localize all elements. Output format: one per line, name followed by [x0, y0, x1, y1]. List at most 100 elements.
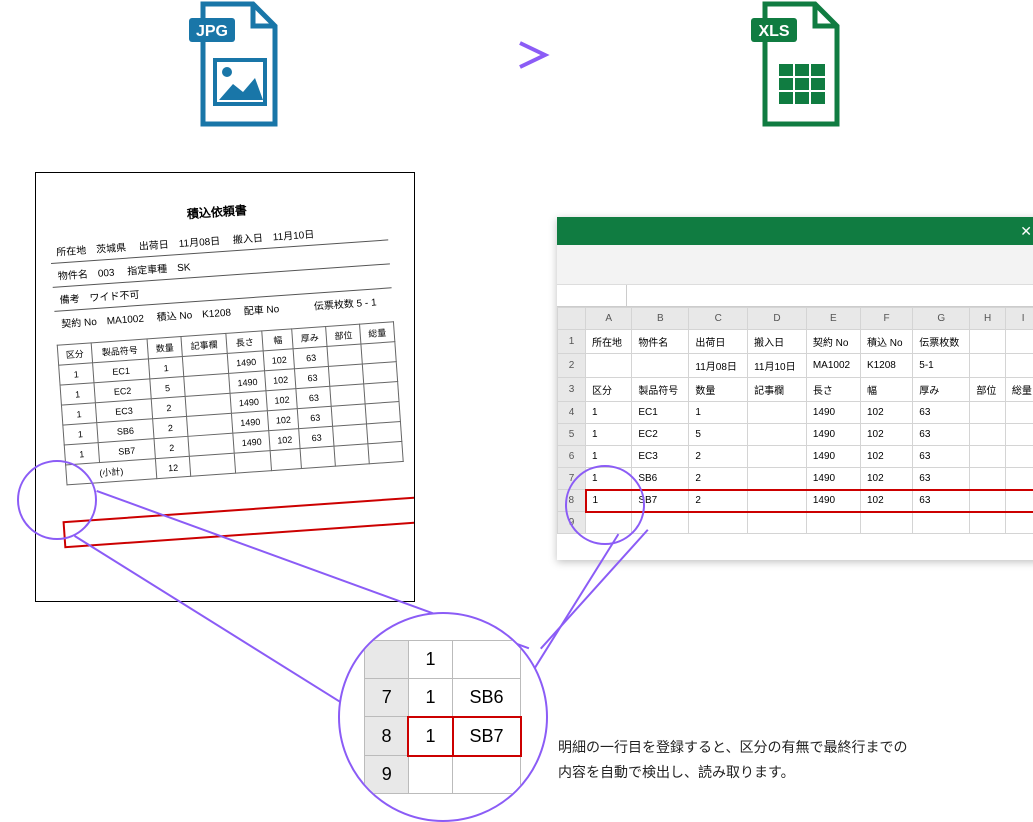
excel-cell[interactable]: 102 — [860, 402, 912, 424]
excel-col-header[interactable]: G — [913, 308, 970, 330]
excel-cell[interactable]: 2 — [689, 446, 748, 468]
excel-cell[interactable]: 総量 — [1005, 378, 1033, 402]
excel-cell[interactable] — [748, 424, 807, 446]
excel-cell[interactable] — [632, 354, 689, 378]
excel-cell[interactable] — [913, 512, 970, 534]
excel-cell[interactable]: 1 — [586, 468, 632, 490]
excel-grid[interactable]: ABCDEFGHI 1所在地物件名出荷日搬入日契約 No積込 No伝票枚数211… — [557, 307, 1033, 534]
excel-cell[interactable]: 1 — [689, 402, 748, 424]
excel-cell[interactable]: 102 — [860, 490, 912, 512]
excel-cell[interactable] — [970, 424, 1006, 446]
excel-cell[interactable]: 63 — [913, 424, 970, 446]
excel-cell[interactable]: 厚み — [913, 378, 970, 402]
excel-col-header[interactable]: F — [860, 308, 912, 330]
excel-cell[interactable]: 製品符号 — [632, 378, 689, 402]
excel-cell[interactable]: 102 — [860, 424, 912, 446]
excel-cell[interactable]: 部位 — [970, 378, 1006, 402]
excel-cell[interactable] — [748, 402, 807, 424]
excel-row-header[interactable]: 8 — [558, 490, 586, 512]
excel-cell[interactable] — [970, 468, 1006, 490]
excel-cell[interactable] — [748, 490, 807, 512]
excel-row-header[interactable]: 6 — [558, 446, 586, 468]
excel-cell[interactable] — [689, 512, 748, 534]
excel-cell[interactable] — [586, 354, 632, 378]
excel-corner[interactable] — [558, 308, 586, 330]
excel-cell[interactable]: 数量 — [689, 378, 748, 402]
excel-cell[interactable] — [1005, 402, 1033, 424]
excel-cell[interactable]: 区分 — [586, 378, 632, 402]
excel-col-header[interactable]: A — [586, 308, 632, 330]
excel-cell[interactable]: EC1 — [632, 402, 689, 424]
excel-cell[interactable]: 102 — [860, 446, 912, 468]
excel-cell[interactable]: 2 — [689, 490, 748, 512]
excel-cell[interactable]: SB6 — [632, 468, 689, 490]
excel-cell[interactable] — [970, 490, 1006, 512]
excel-row[interactable]: 81SB72 149010263 — [558, 490, 1033, 512]
excel-row-header[interactable]: 1 — [558, 330, 586, 354]
excel-cell[interactable] — [1005, 354, 1033, 378]
excel-cell[interactable] — [632, 512, 689, 534]
excel-col-header[interactable]: C — [689, 308, 748, 330]
excel-cell[interactable]: 1490 — [806, 402, 860, 424]
excel-row[interactable]: 41EC11149010263 — [558, 402, 1033, 424]
excel-cell[interactable]: 102 — [860, 468, 912, 490]
excel-cell[interactable]: 伝票枚数 — [913, 330, 970, 354]
excel-col-header[interactable]: H — [970, 308, 1006, 330]
excel-cell[interactable] — [1005, 330, 1033, 354]
excel-cell[interactable] — [970, 402, 1006, 424]
excel-cell[interactable] — [586, 512, 632, 534]
excel-cell[interactable]: EC2 — [632, 424, 689, 446]
excel-row-header[interactable]: 4 — [558, 402, 586, 424]
excel-cell[interactable]: 63 — [913, 402, 970, 424]
excel-cell[interactable]: MA1002 — [806, 354, 860, 378]
excel-cell[interactable] — [970, 354, 1006, 378]
excel-row[interactable]: 51EC25149010263 — [558, 424, 1033, 446]
excel-cell[interactable]: 5 — [689, 424, 748, 446]
excel-cell[interactable]: SB7 — [632, 490, 689, 512]
excel-cell[interactable]: 11月10日 — [748, 354, 807, 378]
excel-cell[interactable]: 1490 — [806, 490, 860, 512]
excel-cell[interactable]: 1490 — [806, 424, 860, 446]
excel-col-header[interactable]: E — [806, 308, 860, 330]
excel-cell[interactable]: EC3 — [632, 446, 689, 468]
excel-row-header[interactable]: 5 — [558, 424, 586, 446]
excel-cell[interactable]: 搬入日 — [748, 330, 807, 354]
excel-cell[interactable] — [860, 512, 912, 534]
close-icon[interactable]: ✕ — [1020, 223, 1032, 240]
excel-cell[interactable]: 1 — [586, 446, 632, 468]
excel-cell[interactable] — [1005, 468, 1033, 490]
excel-col-header[interactable]: B — [632, 308, 689, 330]
excel-cell[interactable]: 63 — [913, 490, 970, 512]
excel-cell[interactable]: 63 — [913, 468, 970, 490]
excel-row[interactable]: 1所在地物件名出荷日搬入日契約 No積込 No伝票枚数 — [558, 330, 1033, 354]
excel-cell[interactable] — [748, 468, 807, 490]
excel-cell[interactable]: 2 — [689, 468, 748, 490]
excel-cell[interactable] — [970, 512, 1006, 534]
excel-cell[interactable] — [970, 330, 1006, 354]
excel-cell[interactable]: 63 — [913, 446, 970, 468]
excel-cell[interactable] — [1005, 490, 1033, 512]
excel-cell[interactable]: 物件名 — [632, 330, 689, 354]
excel-cell[interactable] — [806, 512, 860, 534]
excel-row-header[interactable]: 3 — [558, 378, 586, 402]
excel-row[interactable]: 61EC32149010263 — [558, 446, 1033, 468]
excel-cell[interactable]: K1208 — [860, 354, 912, 378]
excel-row[interactable]: 71SB62 149010263 — [558, 468, 1033, 490]
excel-row-header[interactable]: 7 — [558, 468, 586, 490]
excel-cell[interactable] — [748, 512, 807, 534]
excel-row-header[interactable]: 2 — [558, 354, 586, 378]
excel-col-header[interactable]: D — [748, 308, 807, 330]
excel-cell[interactable]: 1 — [586, 490, 632, 512]
excel-cell[interactable] — [1005, 424, 1033, 446]
excel-cell[interactable]: 1 — [586, 424, 632, 446]
excel-formula-input[interactable] — [627, 285, 1033, 306]
excel-cell[interactable]: 幅 — [860, 378, 912, 402]
excel-cell[interactable] — [748, 446, 807, 468]
excel-cell[interactable] — [1005, 512, 1033, 534]
excel-cell[interactable]: 5-1 — [913, 354, 970, 378]
excel-name-box[interactable] — [557, 285, 627, 306]
excel-col-header[interactable]: I — [1005, 308, 1033, 330]
excel-cell[interactable]: 契約 No — [806, 330, 860, 354]
excel-cell[interactable]: 1490 — [806, 468, 860, 490]
excel-cell[interactable]: 長さ — [806, 378, 860, 402]
